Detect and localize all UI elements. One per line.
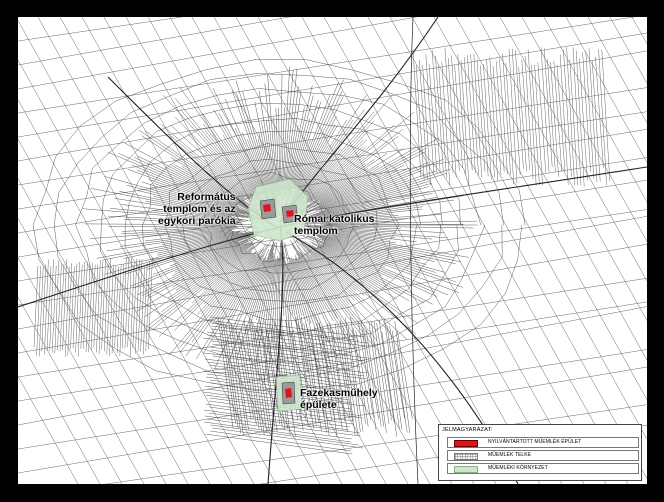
legend-item-monument-building: NYILVÁNTARTOTT MŰEMLÉK ÉPÜLET	[447, 437, 639, 448]
label-catholic-church: Római katolikus templom	[294, 213, 375, 237]
map-frame: Református templom és az egykori parókia…	[0, 0, 664, 502]
legend-item-monument-plot: MŰEMLÉK TELKE	[447, 450, 639, 461]
grid-swatch-icon	[454, 453, 478, 460]
cadastral-map[interactable]: Református templom és az egykori parókia…	[18, 17, 647, 484]
green-swatch-icon	[454, 466, 478, 473]
map-drawing	[18, 17, 647, 484]
red-swatch-icon	[454, 440, 478, 447]
legend-item-label: NYILVÁNTARTOTT MŰEMLÉK ÉPÜLET	[488, 439, 582, 445]
map-legend: JELMAGYARÁZAT: NYILVÁNTARTOTT MŰEMLÉK ÉP…	[438, 424, 642, 481]
legend-title: JELMAGYARÁZAT:	[442, 427, 493, 433]
label-reformed-church: Református templom és az egykori parókia	[158, 191, 236, 227]
legend-item-label: MŰEMLÉKI KÖRNYEZET	[488, 465, 548, 471]
legend-item-label: MŰEMLÉK TELKE	[488, 452, 532, 458]
label-pottery-workshop: Fazekasműhely épülete	[300, 387, 378, 411]
legend-item-monument-environment: MŰEMLÉKI KÖRNYEZET	[447, 463, 639, 474]
